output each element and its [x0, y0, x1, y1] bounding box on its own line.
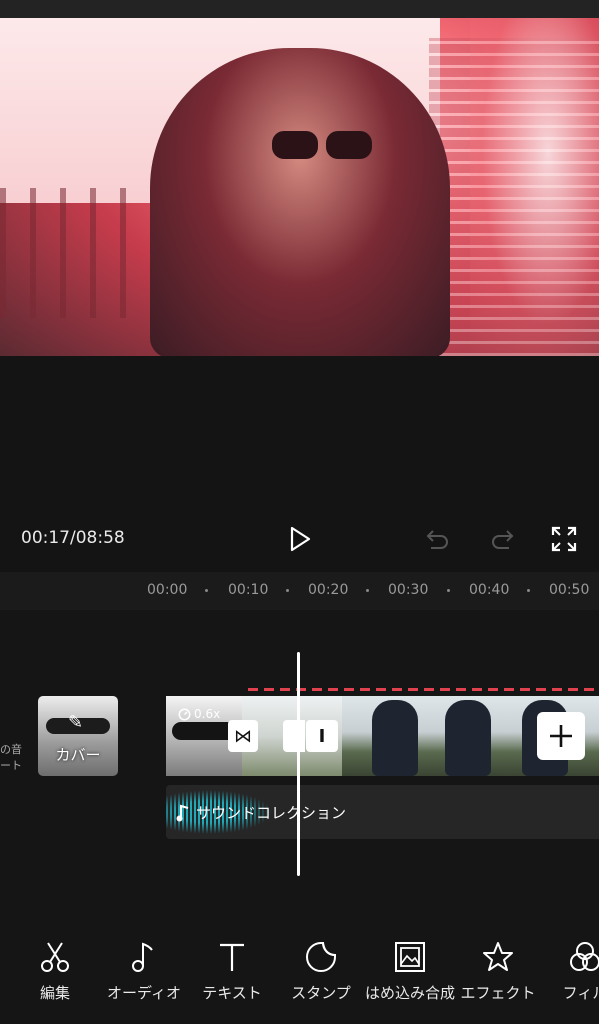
audio-title: サウンドコレクション	[196, 804, 347, 822]
music-note-icon	[176, 804, 189, 821]
transition-icon: ⋈	[234, 725, 252, 747]
transition-button[interactable]: I	[306, 720, 338, 752]
effect-star-icon	[483, 942, 513, 971]
video-preview[interactable]	[0, 18, 599, 356]
status-strip	[0, 0, 599, 18]
toolbar-edit[interactable]: 編集	[10, 940, 100, 1004]
preview-sunglasses	[272, 131, 372, 159]
speed-gauge-icon	[178, 708, 191, 720]
timecode: 00:17/08:58	[21, 528, 125, 548]
filter-icon	[570, 942, 599, 971]
music-note-icon	[132, 942, 153, 972]
preview-glow-effect	[470, 18, 599, 356]
clip-figure	[445, 700, 491, 776]
play-icon	[290, 526, 311, 552]
transition-button[interactable]: ⋈	[228, 720, 258, 752]
add-clip-button[interactable]	[537, 712, 585, 760]
audio-clip-label: サウンドコレクション	[176, 802, 346, 823]
ruler-tick: 00:20	[308, 582, 349, 598]
toolbar-label: スタンプ	[291, 984, 351, 1002]
toolbar-label: フィル	[562, 984, 599, 1002]
redo-button[interactable]	[486, 523, 518, 555]
redo-icon	[492, 530, 514, 549]
scissors-icon	[41, 942, 69, 972]
clip-thumbnail-shade	[172, 722, 236, 740]
ruler-tick: 00:50	[549, 582, 590, 598]
cover-label: カバー	[55, 746, 101, 764]
undo-icon	[426, 530, 448, 549]
toolbar-overlay[interactable]: はめ込み合成	[365, 940, 455, 1004]
speed-label: 0.6x	[194, 707, 221, 721]
undo-button[interactable]	[422, 523, 454, 555]
ruler-tick: 00:30	[388, 582, 429, 598]
ruler-dot	[366, 589, 369, 592]
clip-handle[interactable]	[283, 720, 305, 752]
speed-badge: 0.6x	[178, 707, 220, 721]
mute-label-line2: ート	[0, 759, 22, 772]
plus-icon	[550, 725, 572, 747]
ruler-tick: 00:40	[469, 582, 510, 598]
toolbar-sticker[interactable]: スタンプ	[276, 940, 366, 1004]
ruler-tick: 00:00	[147, 582, 188, 598]
toolbar-label: テキスト	[202, 984, 262, 1002]
toolbar-text[interactable]: テキスト	[187, 940, 277, 1004]
toolbar-label: エフェクト	[460, 984, 536, 1002]
clip-figure	[372, 700, 418, 776]
fullscreen-icon	[551, 526, 577, 552]
text-t-icon	[220, 943, 244, 971]
sticker-icon	[306, 942, 336, 972]
fullscreen-button[interactable]	[548, 523, 580, 555]
ruler-dot	[286, 589, 289, 592]
toolbar-effect[interactable]: エフェクト	[453, 940, 543, 1004]
toolbar-audio[interactable]: オーディオ	[99, 940, 189, 1004]
toolbar-label: オーディオ	[107, 984, 181, 1002]
edit-pencil-icon: ✎	[68, 712, 84, 733]
ruler-dot	[527, 589, 530, 592]
playhead[interactable]	[297, 652, 300, 876]
cover-button[interactable]: ✎ カバー	[38, 696, 118, 776]
toolbar-label: はめ込み合成	[365, 984, 456, 1002]
toolbar-filter[interactable]: フィル	[540, 940, 599, 1004]
picture-in-picture-icon	[395, 942, 425, 972]
clip-selection-indicator	[248, 688, 599, 691]
toolbar-label: 編集	[39, 984, 70, 1002]
preview-person	[150, 48, 450, 356]
ruler-dot	[205, 589, 208, 592]
ruler-tick: 00:10	[228, 582, 269, 598]
mute-label-line1: の音	[0, 743, 22, 756]
divider-icon: I	[318, 725, 326, 747]
mute-audio-toggle[interactable]: の音 ート	[0, 742, 22, 774]
ruler-dot	[447, 589, 450, 592]
play-button[interactable]	[284, 523, 316, 555]
